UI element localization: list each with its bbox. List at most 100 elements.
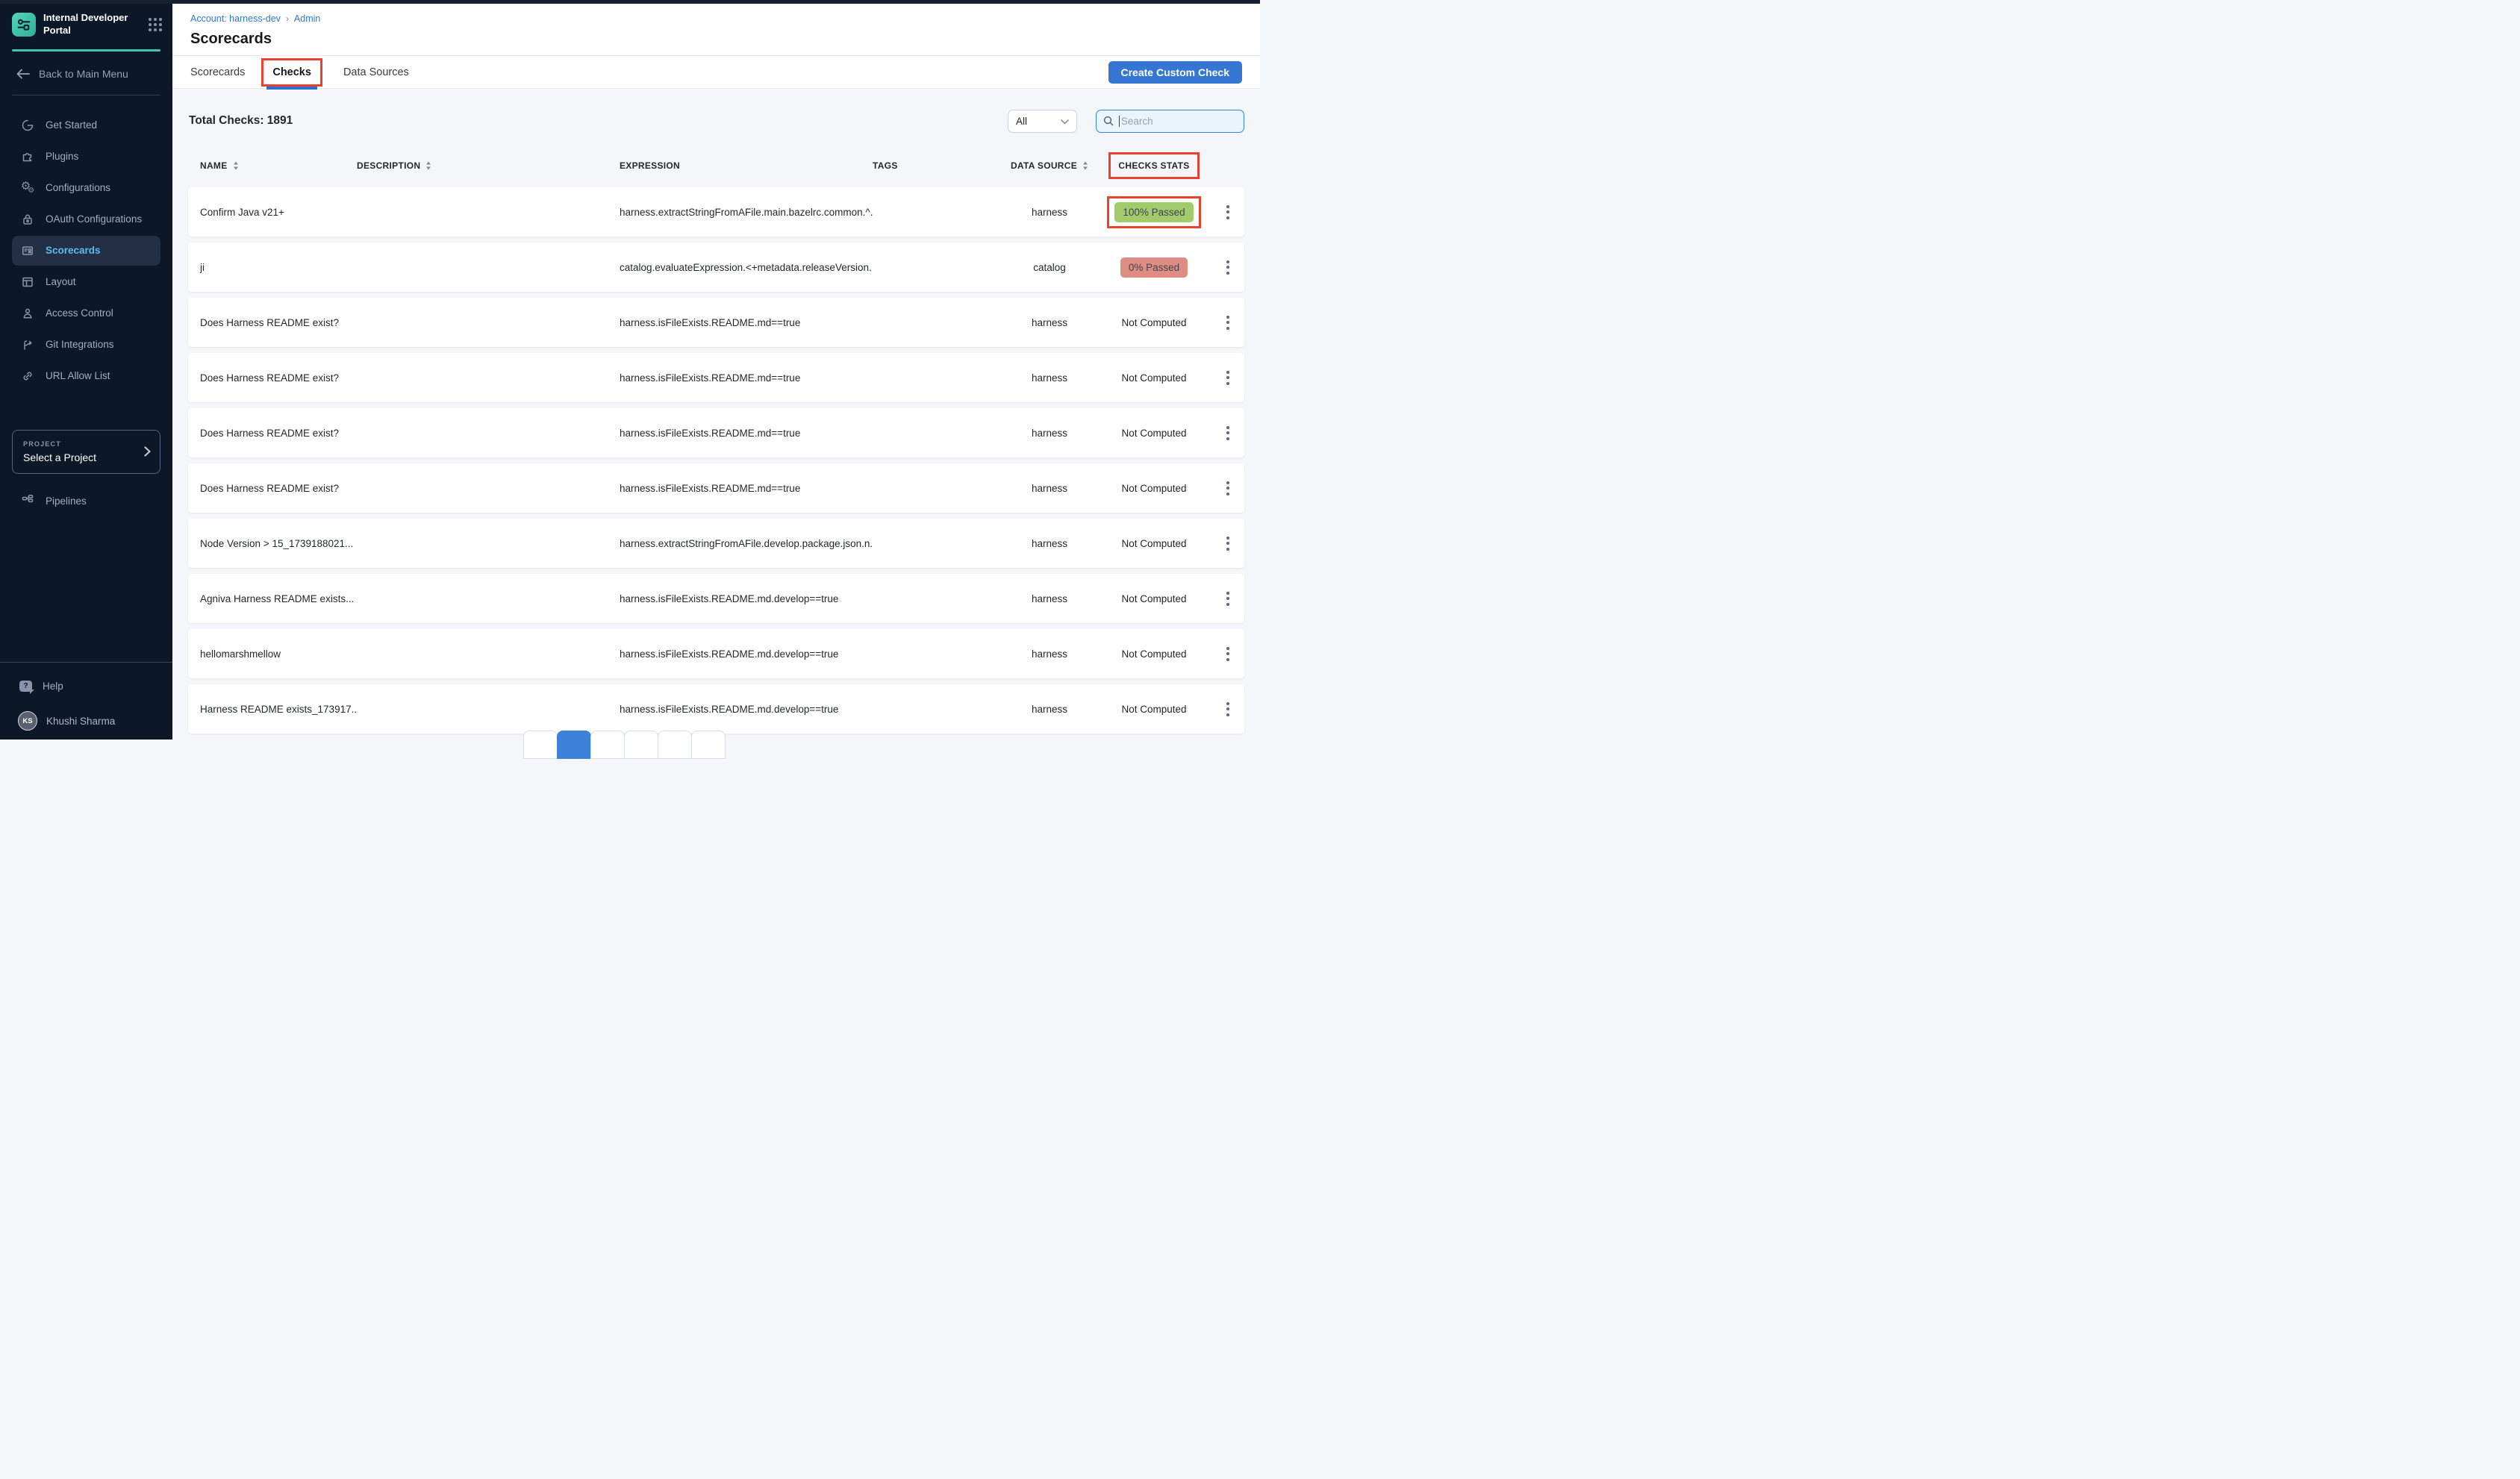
check-stats-cell: Not Computed [1098,704,1210,715]
column-header-name: NAME [200,160,357,171]
create-custom-check-button[interactable]: Create Custom Check [1108,61,1243,84]
table-row[interactable]: Confirm Java v21+ harness.extractStringF… [188,187,1244,237]
check-data-source: harness [1001,538,1098,549]
help-button[interactable]: ? Help [19,681,160,692]
avatar: KS [18,711,37,731]
search-box [1096,110,1244,133]
pagination-page-button-active[interactable] [557,731,591,759]
kebab-menu-icon[interactable] [1210,574,1245,623]
kebab-menu-icon[interactable] [1210,408,1245,457]
filter-select-value: All [1016,116,1027,127]
check-stats-cell: Not Computed [1098,428,1210,439]
tab-data-sources[interactable]: Data Sources [343,66,409,78]
sidebar-item-oauth-configurations[interactable]: OAuth Configurations [12,204,160,234]
check-name: Harness README exists_173917... [200,704,357,715]
status-badge: 0% Passed [1120,257,1188,278]
back-to-main-menu[interactable]: Back to Main Menu [0,51,172,95]
chevron-down-icon [1061,116,1069,127]
table-row[interactable]: Does Harness README exist? harness.isFil… [188,408,1244,457]
check-name: Confirm Java v21+ [200,207,357,218]
sidebar-item-git-integrations[interactable]: Git Integrations [12,330,160,360]
kebab-menu-icon[interactable] [1210,243,1245,292]
table-row[interactable]: Does Harness README exist? harness.isFil… [188,353,1244,402]
sidebar-item-label: Scorecards [46,245,101,256]
pagination-page-button[interactable] [624,731,658,759]
table-row[interactable]: Node Version > 15_1739188021... harness.… [188,519,1244,568]
status-badge: Not Computed [1121,428,1186,439]
sidebar-divider [12,95,160,96]
check-data-source: harness [1001,648,1098,660]
sidebar-item-layout[interactable]: Layout [12,267,160,297]
sort-icon[interactable] [425,161,431,170]
check-data-source: harness [1001,593,1098,604]
harness-idp-logo [12,13,36,37]
sidebar-item-access-control[interactable]: Access Control [12,298,160,328]
sidebar-item-get-started[interactable]: Get Started [12,110,160,140]
table-row[interactable]: ji catalog.evaluateExpression.<+metadata… [188,243,1244,292]
check-expression: harness.isFileExists.README.md==true [620,317,873,328]
check-name: Does Harness README exist? [200,317,357,328]
kebab-menu-icon[interactable] [1210,684,1245,734]
sort-icon[interactable] [233,161,239,170]
column-header-checks-stats: CHECKS STATS [1098,160,1210,172]
sidebar-nav: Get Started Plugins ⚙⚙ Configurations OA… [0,109,172,393]
badge-wrap: Not Computed [1121,483,1186,494]
kebab-menu-icon[interactable] [1210,187,1245,237]
filter-select[interactable]: All [1008,110,1077,133]
sidebar-item-label: Layout [46,276,76,287]
kebab-menu-icon[interactable] [1210,298,1245,347]
sort-icon[interactable] [1082,161,1088,170]
tab-scorecards[interactable]: Scorecards [190,66,245,78]
badge-wrap: 100% Passed [1107,196,1200,228]
sidebar-item-label: Git Integrations [46,339,114,350]
status-badge: Not Computed [1121,593,1186,604]
annotation-box-checks-tab: Checks [261,58,322,87]
kebab-menu-icon[interactable] [1210,629,1245,678]
layout-icon [21,275,34,289]
table-row[interactable]: Agniva Harness README exists... harness.… [188,574,1244,623]
kebab-menu-icon[interactable] [1210,353,1245,402]
sidebar-item-plugins[interactable]: Plugins [12,142,160,172]
search-icon [1103,116,1114,126]
pipelines-icon [21,493,34,509]
app-grid-icon[interactable] [149,18,162,31]
sidebar-bottom-divider [0,662,172,663]
sidebar-item-label: Get Started [46,119,97,131]
kebab-menu-icon[interactable] [1210,519,1245,568]
project-selector[interactable]: PROJECT Select a Project [12,430,160,474]
back-label: Back to Main Menu [39,68,128,80]
badge-wrap: Not Computed [1121,317,1186,328]
sidebar-bottom: ? Help KS Khushi Sharma [0,662,172,740]
toolbar: Total Checks: 1891 All [172,89,1260,133]
pipelines-label: Pipelines [46,495,87,507]
user-menu[interactable]: KS Khushi Sharma [18,711,160,731]
git-branch-icon [21,338,34,351]
sidebar-item-url-allow-list[interactable]: URL Allow List [12,361,160,391]
breadcrumb-account-link[interactable]: Account: harness-dev [190,13,281,24]
scorecards-icon [21,244,34,257]
table-row[interactable]: Does Harness README exist? harness.isFil… [188,463,1244,513]
sidebar-item-label: OAuth Configurations [46,213,142,225]
column-header-data-source: DATA SOURCE [1001,160,1098,171]
pagination-page-button[interactable] [590,731,625,759]
check-stats-cell: Not Computed [1098,483,1210,494]
check-stats-cell: Not Computed [1098,372,1210,384]
table-row[interactable]: Does Harness README exist? harness.isFil… [188,298,1244,347]
tab-checks[interactable]: Checks [272,66,311,78]
kebab-menu-icon[interactable] [1210,463,1245,513]
sidebar-item-configurations[interactable]: ⚙⚙ Configurations [12,173,160,203]
sidebar-item-scorecards[interactable]: Scorecards [12,236,160,266]
plugins-icon [21,150,34,163]
check-name: Node Version > 15_1739188021... [200,538,357,549]
pagination-prev-button[interactable] [523,731,558,759]
pagination-page-button[interactable] [658,731,692,759]
pagination-next-button[interactable] [691,731,726,759]
search-input[interactable] [1121,116,1237,127]
check-stats-cell: 0% Passed [1098,257,1210,278]
brand-header: Internal Developer Portal [0,0,172,45]
configurations-icon: ⚙⚙ [21,181,34,195]
sidebar-item-pipelines[interactable]: Pipelines [21,493,160,509]
breadcrumb-admin-link[interactable]: Admin [294,13,320,24]
table-row[interactable]: hellomarshmellow harness.isFileExists.RE… [188,629,1244,678]
table-row[interactable]: Harness README exists_173917... harness.… [188,684,1244,734]
